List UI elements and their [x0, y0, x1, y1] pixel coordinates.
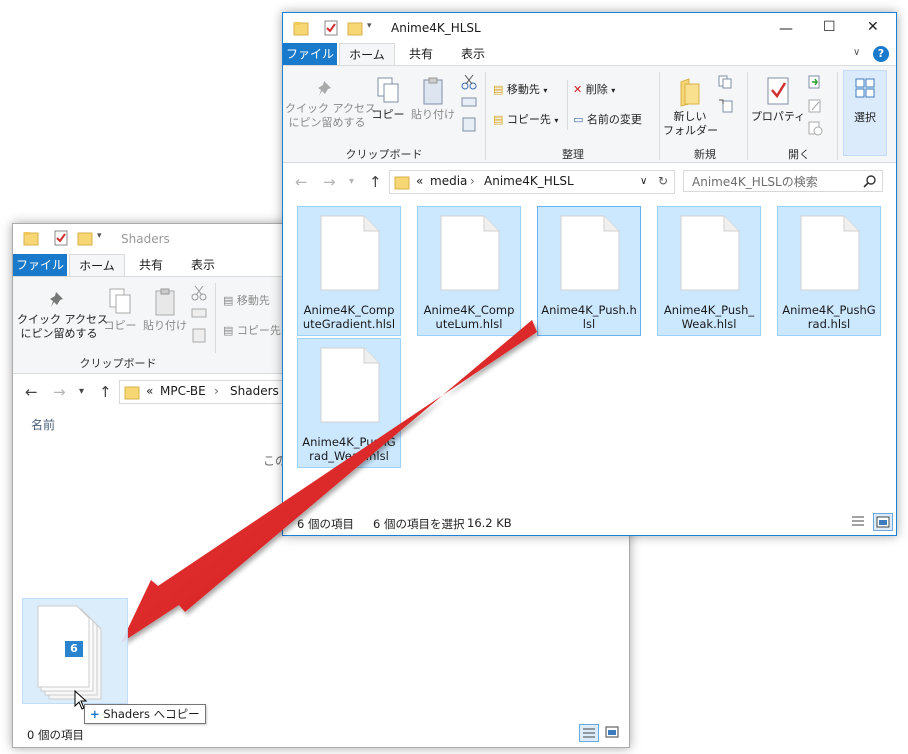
drag-count-badge: 6 [65, 641, 83, 657]
drag-direction-arrow [121, 320, 537, 643]
drop-action-tooltip: + Shaders へコピー [84, 704, 206, 724]
drag-ghost: 6 [22, 598, 128, 704]
copy-plus-icon: + [90, 707, 100, 721]
drop-action-text: Shaders へコピー [103, 707, 200, 721]
